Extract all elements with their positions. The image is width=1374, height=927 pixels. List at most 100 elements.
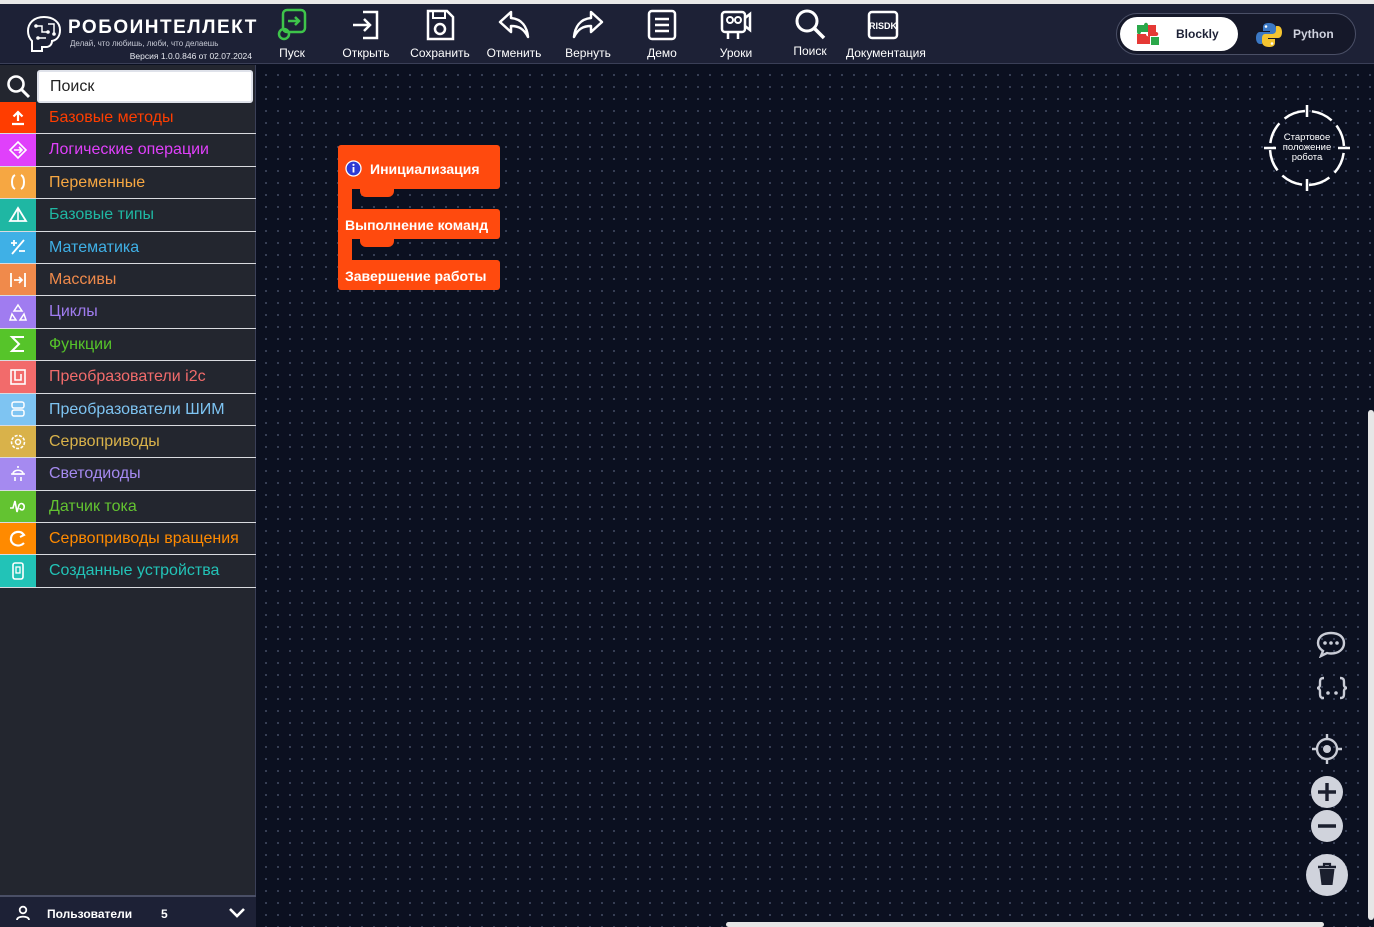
sidebar-category-types[interactable]: Базовые типы bbox=[0, 199, 256, 232]
block-init[interactable]: Инициализация bbox=[338, 145, 500, 189]
block-init-label: Инициализация bbox=[370, 161, 480, 177]
save-button[interactable]: Сохранить bbox=[403, 6, 477, 62]
trash-icon[interactable] bbox=[1305, 853, 1349, 897]
category-swatch bbox=[0, 296, 36, 328]
category-swatch bbox=[0, 328, 36, 361]
sidebar-search-icon bbox=[7, 75, 31, 99]
vertical-scrollbar[interactable] bbox=[1368, 410, 1374, 920]
sidebar-category-functions[interactable]: Функции bbox=[0, 328, 256, 362]
sidebar-category-current-sensor[interactable]: Датчик тока bbox=[0, 490, 256, 524]
users-label: Пользователи bbox=[47, 907, 133, 921]
users-count: 5 bbox=[161, 907, 168, 921]
category-label: Циклы bbox=[49, 303, 98, 321]
category-swatch bbox=[0, 458, 36, 490]
blockly-workspace[interactable]: Инициализация Выполнение команд Завершен… bbox=[256, 65, 1374, 927]
sidebar-search bbox=[0, 69, 256, 103]
block-exec[interactable]: Выполнение команд bbox=[338, 209, 500, 239]
undo-label: Отменить bbox=[486, 46, 542, 60]
mode-python-button[interactable]: Python bbox=[1241, 17, 1353, 51]
code-braces-icon[interactable] bbox=[1316, 675, 1348, 701]
puzzle-icon bbox=[1137, 22, 1159, 45]
docs-icon: RISDK bbox=[867, 10, 899, 40]
sidebar-category-led[interactable]: Светодиоды bbox=[0, 458, 256, 491]
category-label: Математика bbox=[49, 238, 140, 256]
users-panel-toggle[interactable]: Пользователи 5 bbox=[0, 895, 256, 927]
zoom-in-icon[interactable] bbox=[1310, 775, 1344, 809]
docs-button[interactable]: RISDK Документация bbox=[846, 6, 926, 62]
sidebar-category-variables[interactable]: Переменные bbox=[0, 166, 256, 200]
sidebar-category-servo[interactable]: Сервоприводы bbox=[0, 425, 256, 459]
recenter-icon[interactable] bbox=[1311, 733, 1343, 765]
python-logo-icon bbox=[1256, 23, 1282, 47]
redo-label: Вернуть bbox=[565, 46, 611, 60]
top-toolbar: РОБОИНТЕЛЛЕКТ Делай, что любишь, люби, ч… bbox=[0, 4, 1374, 64]
block-statement-rail bbox=[338, 235, 352, 263]
start-position-button[interactable]: Стартовое положение робота bbox=[1264, 105, 1350, 191]
pwm-icon bbox=[11, 401, 25, 417]
mode-switch: Blockly Python bbox=[1116, 13, 1356, 55]
category-swatch bbox=[0, 361, 36, 393]
category-swatch bbox=[0, 523, 36, 555]
open-button[interactable]: Открыть bbox=[329, 6, 403, 62]
run-icon bbox=[277, 8, 307, 41]
demo-label: Демо bbox=[647, 46, 677, 60]
block-notch bbox=[360, 239, 394, 247]
sidebar-category-loops[interactable]: Циклы bbox=[0, 296, 256, 329]
docs-icon-text: RISDK bbox=[869, 21, 898, 31]
undo-icon bbox=[498, 10, 530, 39]
sidebar-category-pwm[interactable]: Преобразователи ШИМ bbox=[0, 393, 256, 426]
category-label: Сервоприводы bbox=[49, 432, 160, 450]
docs-label: Документация bbox=[846, 46, 926, 60]
run-label: Пуск bbox=[279, 46, 305, 60]
mode-blockly-label: Blockly bbox=[1176, 27, 1219, 41]
sidebar-category-math[interactable]: Математика bbox=[0, 231, 256, 264]
sidebar-category-arrays[interactable]: Массивы bbox=[0, 263, 256, 297]
category-label: Массивы bbox=[49, 270, 117, 288]
category-swatch bbox=[0, 263, 36, 296]
app-name: РОБОИНТЕЛЛЕКТ bbox=[68, 17, 258, 38]
sidebar-category-logic[interactable]: Логические операции bbox=[0, 134, 256, 167]
demo-icon bbox=[647, 9, 677, 41]
category-label: Светодиоды bbox=[49, 465, 141, 483]
save-icon bbox=[426, 9, 455, 41]
block-finish[interactable]: Завершение работы bbox=[338, 260, 500, 290]
devices-icon bbox=[12, 562, 24, 580]
info-icon bbox=[345, 160, 362, 177]
zoom-out-icon[interactable] bbox=[1310, 809, 1344, 843]
upload-icon bbox=[12, 110, 24, 125]
sidebar-category-devices[interactable]: Созданные устройства bbox=[0, 555, 256, 588]
lessons-button[interactable]: Уроки bbox=[699, 6, 773, 62]
servo-icon bbox=[10, 434, 26, 449]
math-icon bbox=[11, 239, 25, 255]
category-swatch bbox=[0, 490, 36, 523]
chevron-down-icon bbox=[229, 908, 245, 918]
current-sensor-icon bbox=[10, 501, 25, 513]
mode-blockly-button[interactable]: Blockly bbox=[1120, 17, 1238, 51]
sidebar-category-upload[interactable]: Базовые методы bbox=[0, 102, 256, 135]
redo-button[interactable]: Вернуть bbox=[551, 6, 625, 62]
sidebar-search-input[interactable] bbox=[37, 70, 253, 103]
app-slogan: Делай, что любишь, люби, что делаешь bbox=[70, 39, 219, 48]
category-label: Созданные устройства bbox=[49, 562, 220, 580]
sidebar-category-i2c[interactable]: Преобразователи i2c bbox=[0, 361, 256, 394]
i2c-icon bbox=[10, 369, 26, 385]
category-swatch bbox=[0, 134, 36, 166]
brain-logo-icon bbox=[26, 15, 62, 52]
undo-button[interactable]: Отменить bbox=[477, 6, 551, 62]
app-version: Версия 1.0.0.846 от 02.07.2024 bbox=[129, 51, 252, 61]
category-swatch bbox=[0, 231, 36, 263]
types-icon bbox=[8, 206, 28, 222]
functions-icon bbox=[9, 336, 24, 353]
sidebar-category-rotation-servo[interactable]: Сервоприводы вращения bbox=[0, 523, 256, 556]
category-sidebar: Базовые методы Логические операции Перемен… bbox=[0, 65, 256, 927]
run-button[interactable]: Пуск bbox=[255, 6, 329, 62]
variables-icon bbox=[11, 174, 25, 191]
comments-icon[interactable] bbox=[1316, 630, 1346, 658]
search-tool-button[interactable]: Поиск bbox=[773, 6, 847, 62]
category-label: Базовые методы bbox=[49, 109, 174, 126]
open-label: Открыть bbox=[342, 46, 390, 60]
category-label: Логические операции bbox=[49, 141, 209, 159]
horizontal-scrollbar[interactable] bbox=[726, 922, 1324, 927]
demo-button[interactable]: Демо bbox=[625, 6, 699, 62]
led-icon bbox=[11, 465, 25, 481]
